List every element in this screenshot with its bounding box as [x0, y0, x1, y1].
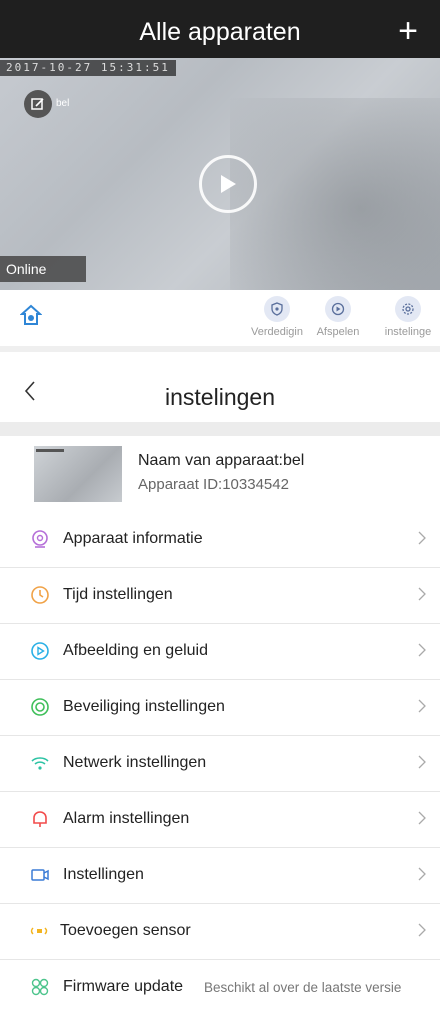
menu-item-firmware-update[interactable]: Firmware update Beschikt al over de laat…	[0, 960, 440, 1015]
menu-label: Apparaat informatie	[63, 530, 203, 547]
menu-label: Afbeelding en geluid	[63, 642, 209, 659]
chevron-right-icon	[418, 755, 426, 769]
firmware-status: Beschikt al over de laatste versie	[204, 980, 402, 995]
lifebuoy-icon	[31, 698, 49, 716]
settings-menu: Apparaat informatie Tijd instellingen Af…	[0, 512, 440, 1015]
menu-label: Alarm instellingen	[63, 810, 190, 827]
play-circle-icon	[31, 642, 49, 660]
camera-info-icon	[32, 530, 48, 548]
video-camera-icon	[31, 869, 49, 881]
menu-label: Instellingen	[63, 866, 144, 883]
edit-icon[interactable]	[24, 90, 52, 118]
defense-button[interactable]: Verdedigin	[245, 296, 309, 338]
chevron-right-icon	[418, 531, 426, 545]
settings-button[interactable]: instelinge	[376, 296, 440, 338]
camera-name: bel	[56, 98, 70, 109]
menu-label: Toevoegen sensor	[60, 922, 191, 939]
status-badge: Online	[0, 256, 86, 282]
clock-icon	[31, 586, 49, 604]
device-name: Naam van apparaat:bel	[138, 452, 305, 469]
menu-item-image-sound[interactable]: Afbeelding en geluid	[0, 624, 440, 680]
sensor-icon	[30, 927, 48, 935]
camera-action-bar: Verdedigin Afspelen instelinge	[0, 290, 440, 352]
menu-item-device-info[interactable]: Apparaat informatie	[0, 512, 440, 568]
chevron-right-icon	[418, 699, 426, 713]
play-button[interactable]	[199, 155, 257, 213]
menu-item-settings[interactable]: Instellingen	[0, 848, 440, 904]
menu-label: Tijd instellingen	[63, 586, 173, 603]
menu-item-add-sensor[interactable]: Toevoegen sensor	[0, 904, 440, 960]
playback-button[interactable]: Afspelen	[306, 296, 370, 338]
defense-label: Verdedigin	[251, 326, 303, 338]
firmware-icon	[31, 978, 49, 996]
menu-label: Beveiliging instellingen	[63, 698, 225, 715]
video-timestamp: 2017-10-27 15:31:51	[0, 60, 176, 76]
menu-label: Netwerk instellingen	[63, 754, 207, 771]
play-icon	[221, 175, 236, 193]
camera-preview[interactable]: 2017-10-27 15:31:51 bel Online	[0, 58, 440, 290]
shield-icon	[264, 296, 290, 322]
settings-label: instelinge	[384, 326, 432, 338]
wifi-icon	[31, 757, 49, 770]
menu-label: Firmware update	[63, 978, 184, 995]
home-icon[interactable]	[19, 304, 43, 331]
menu-item-security-settings[interactable]: Beveiliging instellingen	[0, 680, 440, 736]
chevron-right-icon	[418, 923, 426, 937]
gear-icon	[395, 296, 421, 322]
divider	[0, 422, 440, 436]
playback-label: Afspelen	[316, 326, 360, 338]
page-title: Alle apparaten	[139, 18, 301, 46]
chevron-right-icon	[418, 587, 426, 601]
add-device-button[interactable]: +	[398, 14, 418, 48]
settings-title: instelingen	[165, 384, 275, 410]
playback-icon	[325, 296, 351, 322]
menu-item-network-settings[interactable]: Netwerk instellingen	[0, 736, 440, 792]
device-thumbnail	[34, 446, 122, 502]
chevron-right-icon	[418, 811, 426, 825]
menu-item-time-settings[interactable]: Tijd instellingen	[0, 568, 440, 624]
chevron-right-icon	[418, 643, 426, 657]
bell-icon	[33, 811, 47, 827]
device-card: Naam van apparaat:bel Apparaat ID:103345…	[0, 436, 440, 513]
device-id: Apparaat ID:10334542	[138, 476, 289, 493]
menu-item-alarm-settings[interactable]: Alarm instellingen	[0, 792, 440, 848]
chevron-right-icon	[418, 867, 426, 881]
